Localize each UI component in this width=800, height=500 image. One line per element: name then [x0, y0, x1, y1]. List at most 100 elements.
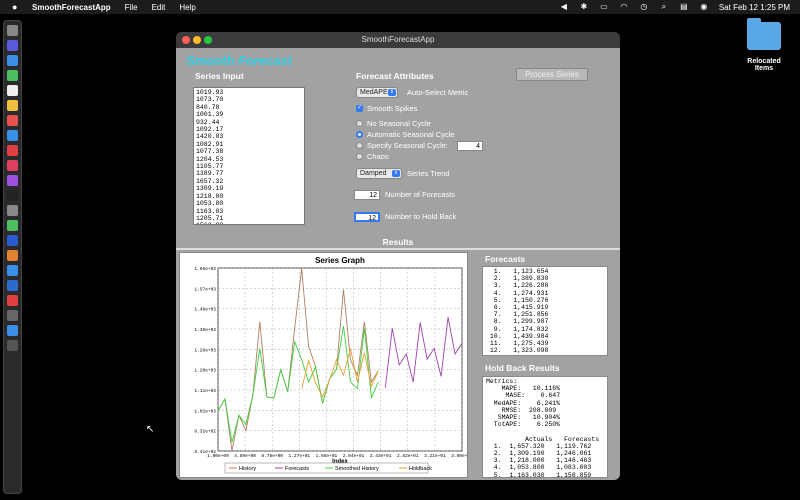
series-value: 1082.91	[196, 140, 224, 148]
process-series-button[interactable]: Process Series	[516, 68, 588, 81]
news-dock-icon[interactable]	[7, 145, 18, 156]
series-value: 1309.19	[196, 185, 224, 193]
series-graph-svg: Series Graph 1.66e+03 1.57e+03 1.48e+03 1.39…	[194, 256, 473, 474]
app-window: SmoothForecastApp Smooth Forecast Series…	[176, 32, 620, 480]
menu-file[interactable]: File	[125, 3, 138, 12]
numbers-dock-icon[interactable]	[7, 220, 18, 231]
chrome-dock-icon[interactable]	[7, 295, 18, 306]
chart-title: Series Graph	[315, 256, 365, 265]
folder-icon	[747, 18, 781, 50]
radio-specify-seasonal[interactable]	[356, 142, 363, 149]
series-line-history	[217, 268, 379, 452]
y-tick-label: 1.48e+03	[194, 307, 216, 313]
trend-select[interactable]: Damped ⇕	[356, 168, 402, 179]
siri-dock-icon[interactable]	[7, 40, 18, 51]
series-value: 1657.32	[196, 177, 224, 185]
radio-auto-seasonal[interactable]	[356, 131, 363, 138]
notes-dock-icon[interactable]	[7, 100, 18, 111]
radio-no-seasonal[interactable]	[356, 120, 363, 127]
holdback-label: Number to Hold Back	[385, 212, 457, 221]
radio-auto-seasonal-label: Automatic Seasonal Cycle	[367, 130, 455, 139]
siri-icon[interactable]: ◉	[699, 3, 709, 11]
calendar-dock-icon[interactable]	[7, 85, 18, 96]
pages-dock-icon[interactable]	[7, 250, 18, 261]
radio-specify-seasonal-label: Specify Seasonal Cycle:	[367, 141, 448, 150]
legend-label: Forecasts	[285, 466, 309, 472]
window-titlebar[interactable]: SmoothForecastApp	[176, 32, 620, 48]
messages-dock-icon[interactable]	[7, 70, 18, 81]
finder-dock-icon[interactable]	[7, 25, 18, 36]
bluetooth-icon[interactable]: ✱	[579, 3, 589, 11]
settings-dock-icon[interactable]	[7, 205, 18, 216]
battery-icon[interactable]: ▭	[599, 3, 609, 11]
x-tick-label: 2.82e+01	[397, 453, 419, 459]
relocated-items-folder[interactable]: Relocated Items	[738, 18, 790, 72]
y-tick-label: 1.02e+03	[194, 408, 216, 414]
trash-dock-icon[interactable]	[7, 340, 18, 351]
radio-no-seasonal-label: No Seasonal Cycle	[367, 119, 431, 128]
control-center-icon[interactable]: ▤	[679, 3, 689, 11]
y-tick-label: 1.57e+03	[194, 286, 216, 292]
results-label: Results	[382, 237, 414, 247]
num-forecasts-label: Number of Forecasts	[385, 190, 456, 199]
zoom-button[interactable]	[204, 36, 212, 44]
series-input-textarea[interactable]: 1019.93 1073.70 840.78 1001.39 932.44 1092.17…	[193, 87, 305, 225]
app-menu[interactable]: SmoothForecastApp	[32, 3, 111, 12]
wifi-icon[interactable]: ◠	[619, 3, 629, 11]
radio-chaos[interactable]	[356, 153, 363, 160]
series-value: 1163.03	[196, 207, 224, 215]
menu-help[interactable]: Help	[179, 3, 195, 12]
trend-select-value: Damped	[360, 170, 387, 177]
num-forecasts-input[interactable]: 12	[354, 190, 380, 200]
series-trend-label: Series Trend	[407, 169, 450, 178]
xcode-dock-icon[interactable]	[7, 280, 18, 291]
metric-select-value: MedAPE	[360, 89, 388, 96]
folder-dock-icon[interactable]	[7, 325, 18, 336]
auto-select-label: Auto-Select Metric	[407, 88, 469, 97]
smooth-spikes-checkbox[interactable]: ✓	[356, 105, 363, 112]
y-tick-label: 1.39e+03	[194, 327, 216, 333]
podcasts-dock-icon[interactable]	[7, 175, 18, 186]
close-button[interactable]	[182, 36, 190, 44]
menu-edit[interactable]: Edit	[152, 3, 166, 12]
series-value: 1073.70	[196, 96, 224, 104]
seasonal-cycle-input[interactable]: 4	[457, 141, 483, 151]
minimize-button[interactable]	[193, 36, 201, 44]
y-tick-label: 1.29e+03	[194, 347, 216, 353]
time-machine-icon[interactable]: ◷	[639, 3, 649, 11]
appstore-dock-icon[interactable]	[7, 265, 18, 276]
menu-bar: ● SmoothForecastApp File Edit Help ◀ ✱ ▭…	[0, 0, 800, 14]
series-value: 1205.71	[196, 214, 224, 222]
forecasts-output[interactable]: 1. 1,123.654 2. 1,389.830 3. 1,226.288 4…	[482, 266, 608, 356]
search-icon[interactable]: ⌕	[659, 3, 669, 11]
tv-dock-icon[interactable]	[7, 190, 18, 201]
series-value: 1092.17	[196, 126, 224, 134]
series-value: 1420.03	[196, 133, 224, 141]
terminal-dock-icon[interactable]	[7, 310, 18, 321]
forecasts-label: Forecasts	[485, 254, 526, 264]
holdback-input[interactable]: 12	[354, 212, 380, 222]
series-value: 1077.38	[196, 148, 224, 156]
word-dock-icon[interactable]	[7, 235, 18, 246]
radio-chaos-label: Chaos	[367, 152, 389, 161]
metric-select[interactable]: MedAPE ⇕	[356, 87, 398, 98]
volume-icon[interactable]: ◀	[559, 3, 569, 11]
folder-label: Relocated Items	[747, 58, 781, 72]
series-line-forecasts	[384, 317, 463, 388]
chevron-updown-icon: ⇕	[388, 89, 396, 96]
apple-menu-icon[interactable]: ●	[12, 2, 24, 12]
music-dock-icon[interactable]	[7, 160, 18, 171]
photos-dock-icon[interactable]	[7, 115, 18, 126]
series-line-smoothed-history	[217, 326, 379, 443]
mouse-cursor-icon: ↖	[146, 424, 155, 435]
series-value: 1563.80	[196, 222, 302, 224]
safari-dock-icon[interactable]	[7, 55, 18, 66]
x-tick-label: 2.43e+01	[370, 453, 392, 459]
series-graph: Series Graph 1.66e+03 1.57e+03 1.48e+03 1.39…	[179, 252, 473, 478]
mail-dock-icon[interactable]	[7, 130, 18, 141]
holdback-output[interactable]: Metrics: MAPE: 10.116% MASE: 0.647 MedAP…	[482, 376, 608, 478]
y-tick-label: 1.20e+03	[194, 368, 216, 374]
x-tick-label: 3.21e+01	[424, 453, 446, 459]
series-value: 932.44	[196, 118, 220, 126]
menu-clock[interactable]: Sat Feb 12 1:25 PM	[719, 3, 790, 12]
